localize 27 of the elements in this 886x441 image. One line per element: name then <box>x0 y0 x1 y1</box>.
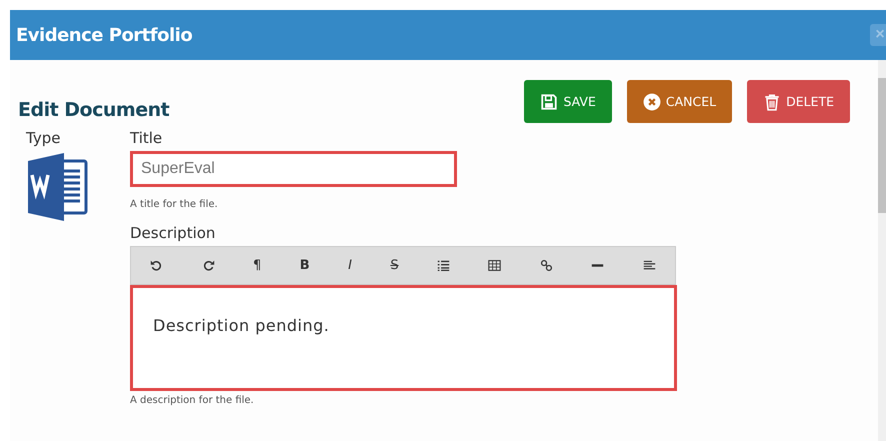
delete-button[interactable]: DELETE <box>747 80 850 123</box>
editor-text: Description pending. <box>153 316 330 335</box>
window-title: Evidence Portfolio <box>15 24 192 46</box>
trash-icon <box>763 92 782 110</box>
table-button[interactable] <box>486 257 504 274</box>
title-input[interactable]: SuperEval <box>130 151 457 187</box>
field-label: Description <box>130 224 216 242</box>
close-circle-icon <box>642 92 661 110</box>
toolbar-button[interactable]: B <box>298 256 312 275</box>
save-button[interactable]: SAVE <box>524 80 612 123</box>
toolbar-button[interactable]: ¶ <box>251 256 264 275</box>
description-editor[interactable]: Description pending. <box>130 285 677 391</box>
undo-icon <box>150 259 164 272</box>
toolbar-button[interactable]: S <box>388 256 401 275</box>
toolbar-button[interactable]: I <box>346 256 354 275</box>
type-label: Type <box>26 129 62 147</box>
cancel-button[interactable]: CANCEL <box>626 80 732 123</box>
redo-icon <box>202 259 215 272</box>
page-heading: Edit Document <box>18 98 170 120</box>
table-icon <box>488 259 502 272</box>
help-text: A description for the file. <box>130 395 255 406</box>
floppy-icon <box>540 92 558 110</box>
align-left-icon <box>642 259 656 272</box>
help-text: A title for the file. <box>130 199 219 210</box>
link-icon <box>540 259 553 272</box>
list-icon <box>437 259 450 272</box>
field-label: Title <box>130 129 164 147</box>
